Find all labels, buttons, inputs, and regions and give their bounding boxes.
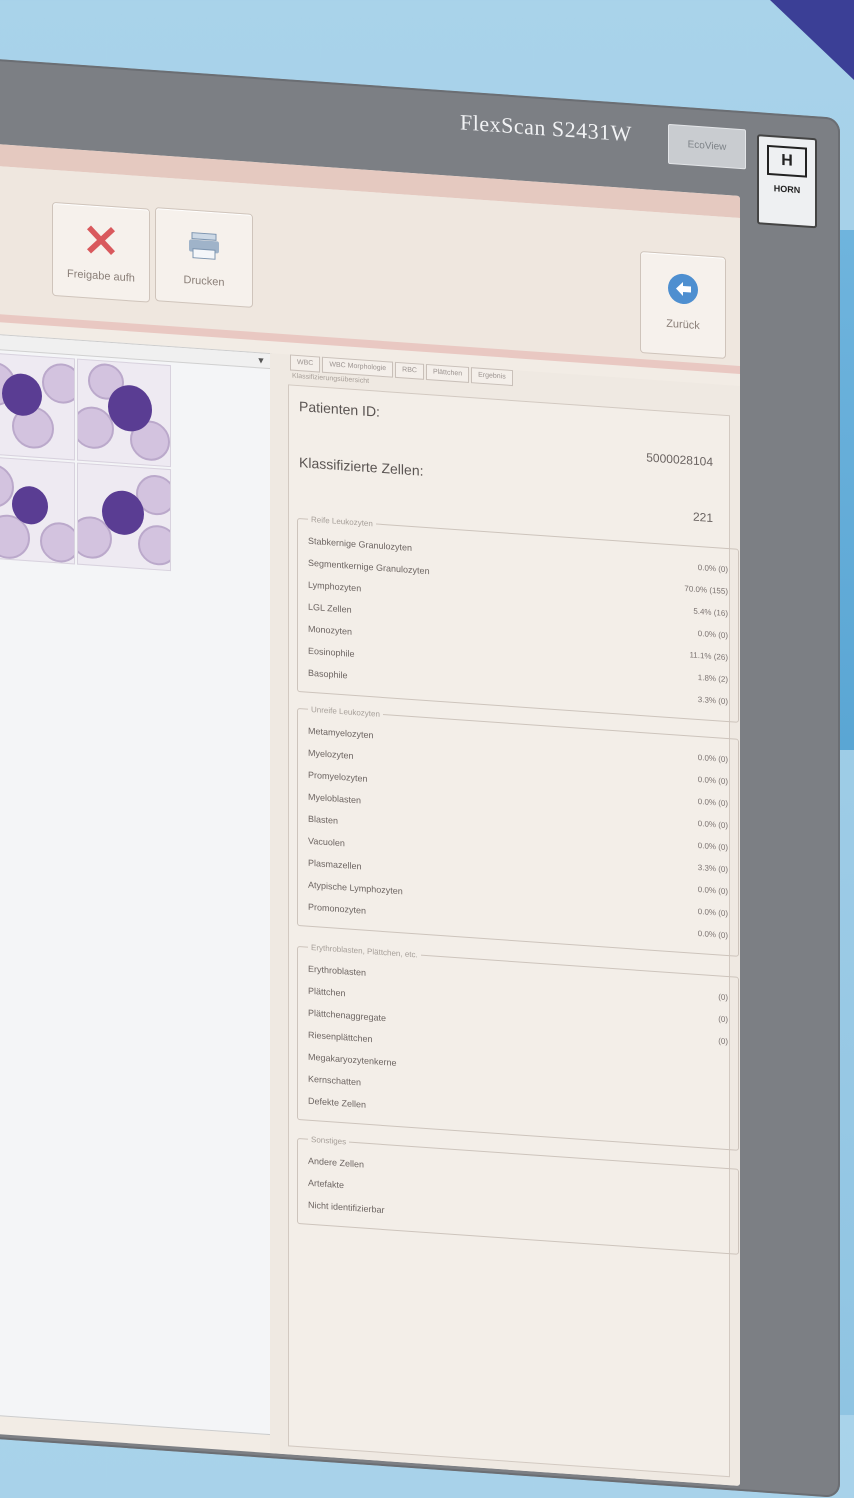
row-value: 0.0% (0) xyxy=(697,928,728,941)
row-value: 0.0% (0) xyxy=(697,774,728,787)
chevron-down-icon[interactable]: ▼ xyxy=(255,354,267,367)
row-label: Basophile xyxy=(308,667,348,681)
row-value: (0) xyxy=(718,992,728,1003)
cell-image-panel[interactable]: ▼ xyxy=(0,330,272,1436)
row-value: 0.0% (0) xyxy=(697,906,728,919)
row-value: 11.1% (26) xyxy=(689,650,728,663)
horn-logo-letter: H xyxy=(767,144,807,178)
row-label: LGL Zellen xyxy=(308,601,352,615)
tab-ergebnis[interactable]: Ergebnis xyxy=(471,367,513,387)
horn-logo: H HORN xyxy=(757,134,817,229)
classification-panel: WBC WBC Morphologie RBC Plättchen Ergebnis K… xyxy=(270,353,740,1486)
group-legend: Unreife Leukozyten xyxy=(311,704,380,719)
tab-wbc[interactable]: WBC xyxy=(290,354,321,373)
row-label: Blasten xyxy=(308,813,339,826)
tab-plaettchen[interactable]: Plättchen xyxy=(425,363,470,384)
horn-logo-text: HORN xyxy=(773,183,801,196)
row-label: Eosinophile xyxy=(308,645,355,659)
cell-image-tile[interactable] xyxy=(77,462,171,572)
group-erythroblasten: Erythroblasten, Plättchen, etc. Erythrob… xyxy=(297,941,739,1151)
row-value: 5.4% (16) xyxy=(693,606,728,619)
back-arrow-icon xyxy=(668,273,698,304)
row-label: Monozyten xyxy=(308,623,353,637)
row-value: 3.3% (0) xyxy=(697,694,728,707)
row-label: Artefakte xyxy=(308,1177,345,1191)
group-reife-leukozyten: Reife Leukozyten Stabkernige Granulozyte… xyxy=(297,513,739,723)
row-value: 0.0% (0) xyxy=(697,818,728,831)
row-value: (0) xyxy=(718,1014,728,1025)
row-label: Nicht identifizierbar xyxy=(308,1199,385,1216)
patient-id-label: Patienten ID: xyxy=(299,398,380,420)
row-value: 1.8% (2) xyxy=(697,672,728,685)
patient-id-value: 5000028104 xyxy=(646,450,713,470)
drucken-label: Drucken xyxy=(183,274,225,289)
row-value: 70.0% (155) xyxy=(684,584,728,597)
cell-image-tile[interactable] xyxy=(0,351,75,461)
group-unreife-leukozyten: Unreife Leukozyten Metamyelozyten 0.0% (0… xyxy=(297,703,739,957)
row-value: 0.0% (0) xyxy=(697,752,728,765)
tab-rbc[interactable]: RBC xyxy=(395,361,424,380)
monitor: FlexScan S2431W EcoView H HORN Freigabe … xyxy=(0,55,840,1498)
group-legend: Reife Leukozyten xyxy=(311,514,373,529)
corner-accent xyxy=(770,0,854,80)
freigabe-aufheben-button[interactable]: Freigabe aufh xyxy=(52,201,150,303)
group-legend: Sonstiges xyxy=(311,1134,347,1147)
zurueck-button[interactable]: Zurück xyxy=(640,250,726,359)
row-value: (0) xyxy=(718,1036,728,1047)
row-label: Plättchen xyxy=(308,985,346,999)
cell-image-tile[interactable] xyxy=(77,358,171,468)
screen: Freigabe aufh Drucken Zurück ▼ WBC WBC M… xyxy=(0,140,740,1486)
row-label: Vacuolen xyxy=(308,835,345,849)
close-icon xyxy=(87,225,115,255)
drucken-button[interactable]: Drucken xyxy=(155,207,253,308)
row-value: 0.0% (0) xyxy=(697,796,728,809)
row-value: 3.3% (0) xyxy=(697,862,728,875)
row-value: 0.0% (0) xyxy=(697,628,728,641)
row-label: Promonozyten xyxy=(308,901,367,916)
printer-icon xyxy=(189,232,219,260)
monitor-brand: FlexScan S2431W xyxy=(460,109,632,147)
monitor-brand-bar: FlexScan S2431W EcoView H HORN xyxy=(460,91,840,229)
freigabe-label: Freigabe aufh xyxy=(67,267,135,285)
group-sonstiges: Sonstiges Andere Zellen Artefakte Nicht … xyxy=(297,1133,739,1255)
monitor-badge: EcoView xyxy=(668,123,746,170)
row-value: 0.0% (0) xyxy=(697,840,728,853)
row-label: Myelozyten xyxy=(308,747,354,761)
cell-image-tile[interactable] xyxy=(0,455,75,565)
details-box: Patienten ID: 5000028104 Klassifizierte … xyxy=(288,384,739,1478)
group-legend: Erythroblasten, Plättchen, etc. xyxy=(311,942,418,960)
classified-cells-value: 221 xyxy=(692,509,713,526)
classified-cells-label: Klassifizierte Zellen: xyxy=(299,454,424,479)
row-value: 0.0% (0) xyxy=(697,562,728,575)
zurueck-label: Zurück xyxy=(666,317,700,333)
row-label: Defekte Zellen xyxy=(308,1095,367,1110)
row-value: 0.0% (0) xyxy=(697,884,728,897)
